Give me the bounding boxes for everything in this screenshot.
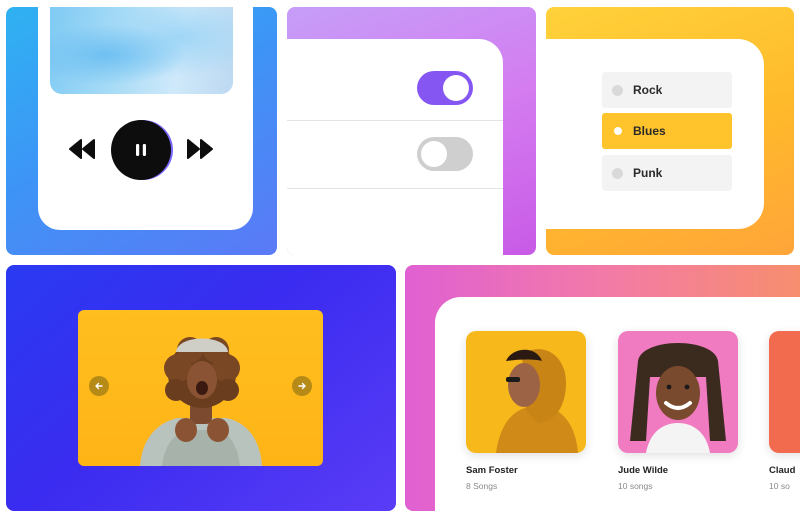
radio-indicator [612, 84, 623, 96]
carousel-slide [78, 310, 323, 466]
genre-radio-tile: Rock Blues Punk [546, 7, 794, 255]
artist-name: Claud [769, 465, 796, 476]
toggle-switch-off[interactable] [417, 137, 473, 171]
radio-option-punk[interactable]: Punk [602, 155, 732, 191]
pause-icon [136, 144, 146, 156]
image-carousel-tile [6, 265, 396, 511]
artist-song-count: 10 so [769, 481, 790, 491]
radio-label: Punk [633, 166, 663, 180]
laughing-person-photo [140, 337, 262, 466]
radio-option-rock[interactable]: Rock [602, 72, 732, 108]
artist-photo [466, 331, 586, 453]
toggles-tile [287, 7, 536, 255]
artists-card: Sam Foster 8 Songs Jude Wilde 10 songs C… [435, 297, 800, 511]
radio-option-blues[interactable]: Blues [602, 113, 732, 149]
toggle-knob [443, 75, 469, 101]
radio-label: Blues [633, 124, 666, 138]
rewind-icon[interactable] [68, 137, 96, 161]
artist-card-jude-wilde[interactable]: Jude Wilde 10 songs [618, 331, 738, 491]
toggle-switch-on[interactable] [417, 71, 473, 105]
radio-indicator-selected [614, 127, 622, 135]
toggle-card [287, 39, 503, 255]
artist-song-count: 8 Songs [466, 481, 498, 491]
artist-card-claud[interactable]: Claud 10 so [769, 331, 800, 491]
artist-photo [618, 331, 738, 453]
artist-song-count: 10 songs [618, 481, 653, 491]
player-card [38, 7, 253, 230]
album-art [50, 7, 233, 94]
artist-name: Jude Wilde [618, 465, 669, 476]
radio-card: Rock Blues Punk [546, 39, 764, 229]
toggle-row-1 [287, 39, 503, 121]
radio-label: Rock [633, 83, 663, 97]
toggle-row-2 [287, 121, 503, 189]
toggle-knob [421, 141, 447, 167]
artist-name: Sam Foster [466, 465, 518, 476]
radio-indicator [612, 167, 623, 179]
artist-card-sam-foster[interactable]: Sam Foster 8 Songs [466, 331, 586, 491]
pause-button[interactable] [111, 120, 171, 180]
fast-forward-icon[interactable] [186, 137, 214, 161]
artist-photo [769, 331, 800, 453]
artists-tile: Sam Foster 8 Songs Jude Wilde 10 songs C… [405, 265, 800, 511]
arrow-right-icon[interactable] [292, 376, 312, 396]
music-player-tile [6, 7, 277, 255]
arrow-left-icon[interactable] [89, 376, 109, 396]
